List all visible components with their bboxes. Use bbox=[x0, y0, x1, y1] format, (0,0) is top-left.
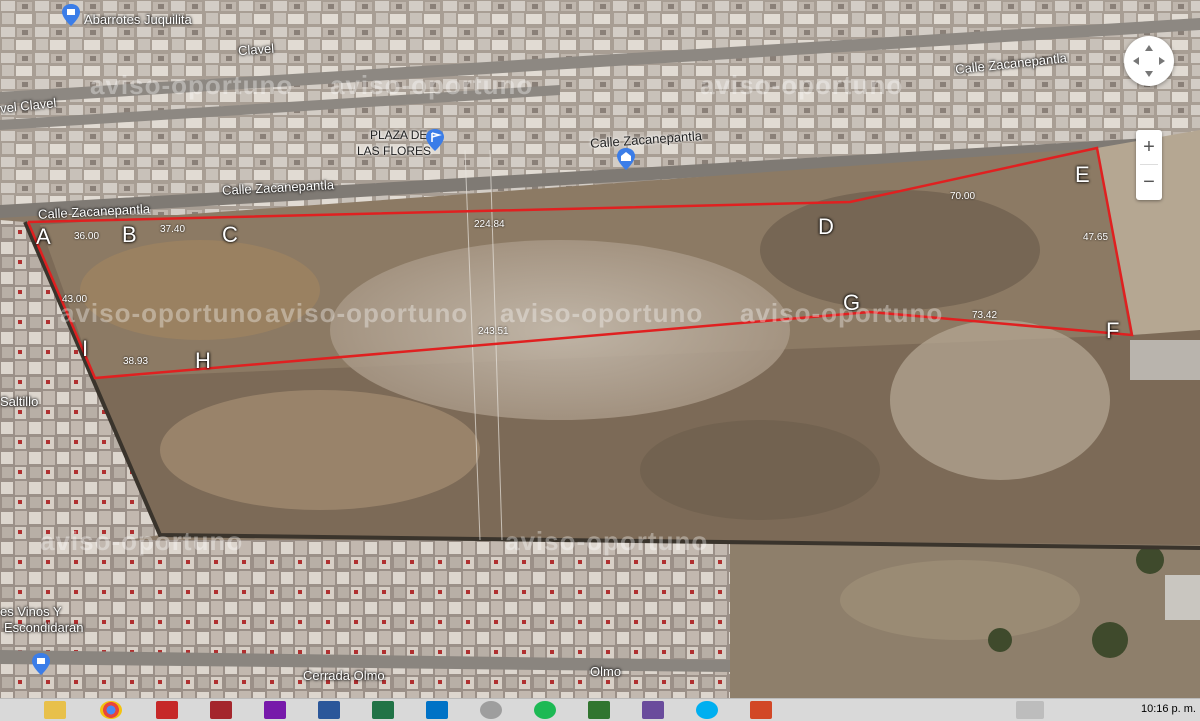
measurement-label: 73.42 bbox=[972, 310, 998, 321]
skype-icon[interactable] bbox=[696, 701, 718, 719]
vertex-label-e: E bbox=[1075, 162, 1090, 187]
measurement-label: 224.84 bbox=[474, 219, 505, 230]
map-imagery bbox=[0, 0, 1200, 698]
measurement-label: 47.65 bbox=[1083, 232, 1109, 243]
street-label-cerrada-olmo: Cerrada Olmo bbox=[303, 668, 385, 683]
vertex-label-b: B bbox=[122, 222, 137, 247]
file-explorer-icon[interactable] bbox=[44, 701, 66, 719]
vertex-label-h: H bbox=[195, 348, 211, 373]
place-label-plaza-line1[interactable]: PLAZA DE bbox=[370, 128, 427, 142]
clock[interactable]: 10:16 p. m. bbox=[1141, 703, 1196, 715]
onenote-icon[interactable] bbox=[264, 701, 286, 719]
watermark: aviso-oportuno bbox=[330, 70, 534, 100]
keyboard-icon[interactable] bbox=[1016, 701, 1044, 719]
place-label-plaza-line2[interactable]: LAS FLORES bbox=[357, 144, 431, 158]
excel-icon[interactable] bbox=[372, 701, 394, 719]
vertex-label-i: I bbox=[82, 336, 89, 361]
zoom-in-icon[interactable]: + bbox=[1136, 130, 1162, 164]
vertex-label-d: D bbox=[818, 214, 834, 239]
watermark: aviso-oportuno bbox=[740, 298, 944, 328]
vertex-label-g: G bbox=[843, 290, 861, 315]
watermark: aviso-oportuno bbox=[700, 70, 904, 100]
measurement-label: 36.00 bbox=[74, 231, 100, 242]
chrome-icon[interactable] bbox=[100, 701, 122, 719]
measurement-label: 70.00 bbox=[950, 191, 976, 202]
watermark: aviso-oportuno bbox=[60, 298, 264, 328]
street-label-saltillo: Saltillo bbox=[0, 394, 39, 409]
watermark: aviso-oportuno bbox=[265, 298, 469, 328]
watermark: aviso-oportuno bbox=[500, 298, 704, 328]
street-label-olmo: Olmo bbox=[590, 664, 622, 679]
vertex-label-f: F bbox=[1106, 318, 1120, 343]
location-pin-icon[interactable] bbox=[62, 4, 80, 26]
project-icon[interactable] bbox=[588, 701, 610, 719]
watermark: aviso-oportuno bbox=[505, 526, 709, 556]
outlook-icon[interactable] bbox=[426, 701, 448, 719]
spotify-icon[interactable] bbox=[534, 701, 556, 719]
teams-icon[interactable] bbox=[642, 701, 664, 719]
vertex-label-c: C bbox=[222, 222, 238, 247]
place-label-abarrotes[interactable]: Abarrotes Juquilita bbox=[84, 12, 192, 27]
zoom-out-icon[interactable]: − bbox=[1136, 165, 1162, 199]
watermark: aviso-oportuno bbox=[90, 70, 294, 100]
zoom-control: + − bbox=[1136, 130, 1162, 200]
location-pin-icon[interactable] bbox=[32, 652, 50, 675]
street-label-clavel: Clavel bbox=[237, 40, 275, 59]
measurement-label: 37.40 bbox=[160, 224, 186, 235]
place-label-vinos-line2[interactable]: Escondidaran bbox=[4, 620, 84, 635]
compass-icon[interactable] bbox=[1124, 36, 1174, 86]
taskbar: 10:16 p. m. bbox=[0, 698, 1200, 721]
word-icon[interactable] bbox=[318, 701, 340, 719]
measurement-label: 38.93 bbox=[123, 356, 149, 367]
chrome-alt-icon[interactable] bbox=[480, 701, 502, 719]
location-pin-icon[interactable] bbox=[426, 128, 444, 151]
measurement-label: 43.00 bbox=[62, 294, 88, 305]
measurement-label: 243.51 bbox=[478, 326, 509, 337]
acrobat-icon[interactable] bbox=[156, 701, 178, 719]
access-icon[interactable] bbox=[210, 701, 232, 719]
satellite-map[interactable]: aviso-oportuno aviso-oportuno aviso-opor… bbox=[0, 0, 1200, 698]
location-pin-icon[interactable] bbox=[617, 147, 635, 170]
powerpoint-icon[interactable] bbox=[750, 701, 772, 719]
place-label-vinos-line1[interactable]: es Vinos Y bbox=[0, 604, 62, 619]
watermark: aviso-oportuno bbox=[40, 526, 244, 556]
vertex-label-a: A bbox=[36, 224, 51, 249]
